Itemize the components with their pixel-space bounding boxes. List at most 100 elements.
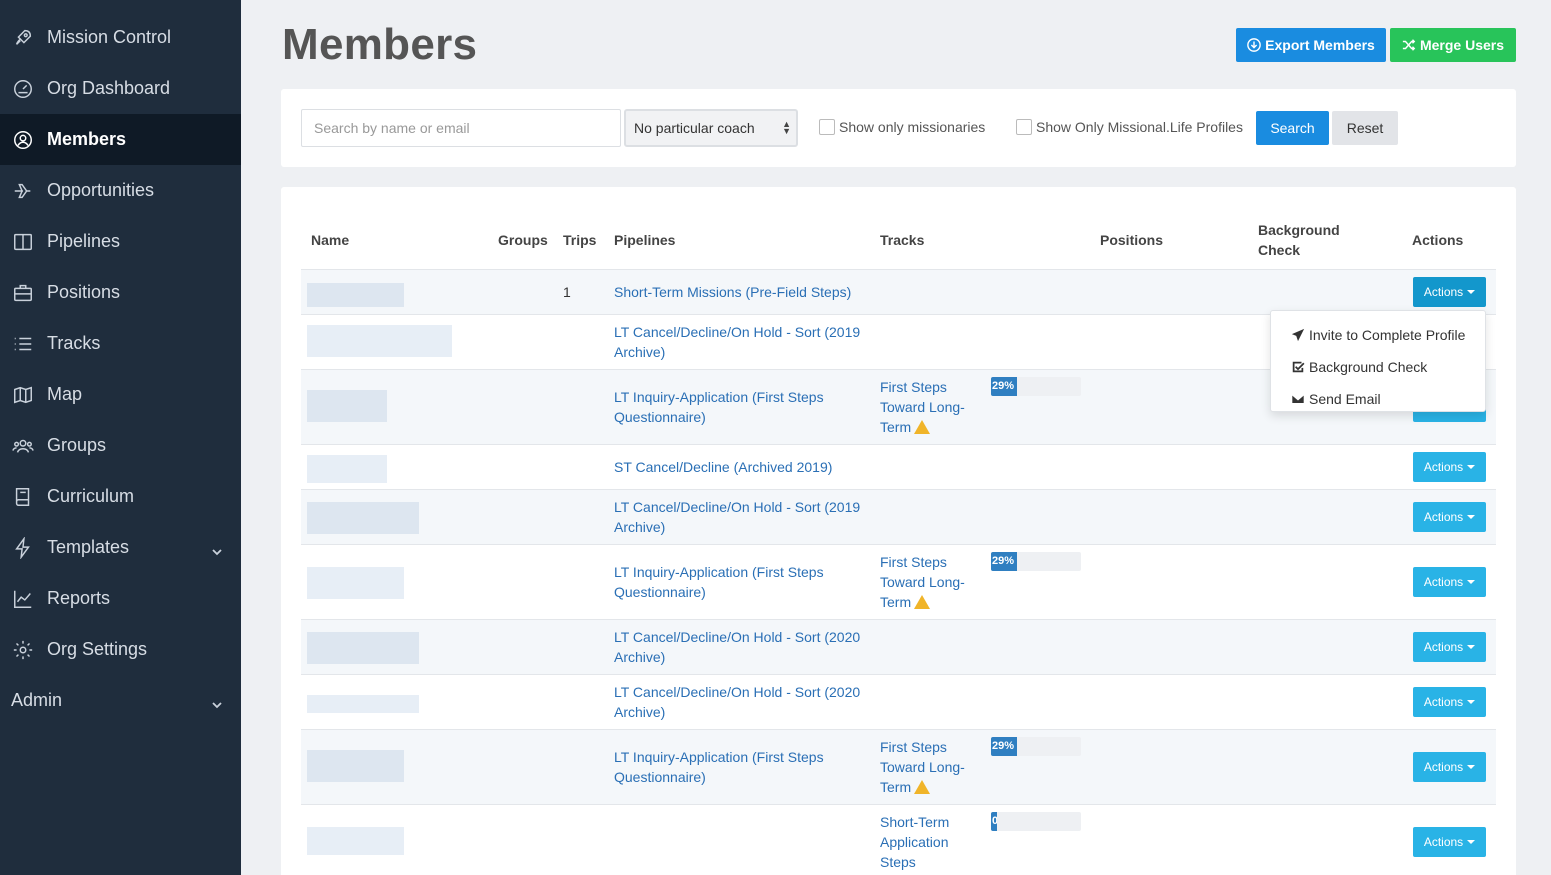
pipeline-line: Questionnaire) [614, 409, 706, 425]
member-name-redacted[interactable] [307, 455, 387, 483]
sidebar-item-label: Org Settings [47, 639, 148, 659]
actions-button[interactable]: Actions [1413, 277, 1486, 307]
shuffle-icon [1402, 39, 1416, 51]
sidebar-item-admin[interactable]: Admin [0, 675, 241, 726]
sidebar-item-templates[interactable]: Templates [0, 522, 241, 573]
member-name-redacted[interactable] [307, 827, 404, 855]
sidebar-item-org-settings[interactable]: Org Settings [0, 624, 241, 675]
caret-down-icon [1467, 645, 1476, 649]
column-header-trips[interactable]: Trips [563, 230, 596, 250]
sidebar-item-map[interactable]: Map [0, 369, 241, 420]
table-row: LT Cancel/Decline/On Hold - Sort (2019 A… [301, 489, 1496, 544]
columns-icon [11, 230, 35, 254]
pipeline-link[interactable]: LT Cancel/Decline/On Hold - Sort (2020 A… [614, 627, 860, 667]
gauge-icon [11, 77, 35, 101]
track-progress: 29% [991, 377, 1081, 396]
actions-label: Actions [1423, 835, 1464, 849]
track-line: Term [880, 594, 912, 610]
sidebar-item-groups[interactable]: Groups [0, 420, 241, 471]
chevron-down-icon[interactable] [211, 542, 223, 555]
column-header-name[interactable]: Name [311, 230, 349, 250]
user-circle-icon [11, 128, 35, 152]
track-progress: 29% [991, 737, 1081, 756]
actions-button[interactable]: Actions [1413, 452, 1486, 482]
column-header-background-check[interactable]: Background Check [1258, 220, 1340, 260]
actions-label: Actions [1423, 760, 1464, 774]
member-name-redacted[interactable] [307, 390, 387, 422]
sidebar-item-curriculum[interactable]: Curriculum [0, 471, 241, 522]
track-line: Short-Term [880, 814, 950, 830]
actions-button[interactable]: Actions [1413, 687, 1486, 717]
track-link[interactable]: First Steps Toward Long- Term [880, 377, 965, 437]
pipeline-link[interactable]: Short-Term Missions (Pre-Field Steps) [614, 282, 851, 302]
actions-label: Actions [1423, 510, 1464, 524]
column-header-tracks[interactable]: Tracks [880, 230, 924, 250]
track-line: First Steps [880, 554, 947, 570]
column-header-positions[interactable]: Positions [1100, 230, 1163, 250]
sidebar-item-members[interactable]: Members [0, 114, 241, 165]
sidebar-item-label: Mission Control [47, 27, 172, 47]
track-line: Term [880, 419, 912, 435]
gear-icon [11, 638, 35, 662]
export-members-button[interactable]: Export Members [1236, 28, 1386, 62]
track-link[interactable]: First Steps Toward Long- Term [880, 737, 965, 797]
sidebar-item-pipelines[interactable]: Pipelines [0, 216, 241, 267]
plane-icon [11, 179, 35, 203]
sidebar-item-label: Positions [47, 282, 121, 302]
progress-fill: 29% [991, 377, 1018, 396]
menu-item-label: Invite to Complete Profile [1309, 327, 1466, 343]
reset-button[interactable]: Reset [1332, 111, 1398, 145]
checkbox-box[interactable] [819, 119, 835, 135]
member-name-redacted[interactable] [307, 283, 404, 307]
checkbox-box[interactable] [1016, 119, 1032, 135]
coach-select[interactable]: No particular coach ▲ ▼ [624, 109, 798, 147]
member-name-redacted[interactable] [307, 325, 452, 357]
menu-item-send-email[interactable]: Send Email [1271, 383, 1485, 415]
menu-item-invite-profile[interactable]: Invite to Complete Profile [1271, 319, 1485, 351]
member-name-redacted[interactable] [307, 632, 419, 664]
sidebar-item-label: Org Dashboard [47, 78, 171, 98]
sidebar-item-opportunities[interactable]: Opportunities [0, 165, 241, 216]
filter-panel: No particular coach ▲▼ Show only mission… [281, 89, 1516, 167]
actions-button[interactable]: Actions [1413, 827, 1486, 857]
actions-button[interactable]: Actions [1413, 502, 1486, 532]
pipeline-link[interactable]: LT Cancel/Decline/On Hold - Sort (2019 A… [614, 322, 860, 362]
missionaries-checkbox[interactable]: Show only missionaries [819, 119, 985, 135]
search-input[interactable] [301, 109, 621, 147]
member-name-redacted[interactable] [307, 567, 404, 599]
column-header-groups[interactable]: Groups [498, 230, 548, 250]
merge-users-button[interactable]: Merge Users [1390, 28, 1516, 62]
member-name-redacted[interactable] [307, 695, 419, 713]
pipeline-link[interactable]: ST Cancel/Decline (Archived 2019) [614, 457, 832, 477]
track-line: Application [880, 834, 949, 850]
warning-icon [914, 780, 931, 794]
member-name-redacted[interactable] [307, 502, 419, 534]
sidebar-item-mission-control[interactable]: Mission Control [0, 12, 241, 63]
actions-button[interactable]: Actions [1413, 567, 1486, 597]
actions-button[interactable]: Actions [1413, 752, 1486, 782]
pipeline-line: LT Inquiry-Application (First Steps [614, 389, 824, 405]
track-link[interactable]: Short-Term Application Steps [880, 812, 949, 872]
sidebar-item-tracks[interactable]: Tracks [0, 318, 241, 369]
sidebar-item-positions[interactable]: Positions [0, 267, 241, 318]
pipeline-link[interactable]: LT Cancel/Decline/On Hold - Sort (2019 A… [614, 497, 860, 537]
sidebar-item-org-dashboard[interactable]: Org Dashboard [0, 63, 241, 114]
chevron-down-icon[interactable] [211, 695, 223, 708]
pipeline-link[interactable]: LT Inquiry-Application (First Steps Ques… [614, 562, 824, 602]
track-link[interactable]: First Steps Toward Long- Term [880, 552, 965, 612]
caret-down-icon [1467, 515, 1476, 519]
pipeline-link[interactable]: LT Cancel/Decline/On Hold - Sort (2020 A… [614, 682, 860, 722]
search-button[interactable]: Search [1256, 111, 1329, 145]
sidebar-item-reports[interactable]: Reports [0, 573, 241, 624]
warning-icon [914, 595, 931, 609]
actions-button[interactable]: Actions [1413, 632, 1486, 662]
column-header-pipelines[interactable]: Pipelines [614, 230, 675, 250]
pipeline-link[interactable]: LT Inquiry-Application (First Steps Ques… [614, 387, 824, 427]
pipeline-link[interactable]: LT Inquiry-Application (First Steps Ques… [614, 747, 824, 787]
menu-item-background-check[interactable]: Background Check [1271, 351, 1485, 383]
table-row: LT Inquiry-Application (First Steps Ques… [301, 544, 1496, 619]
missional-profiles-checkbox[interactable]: Show Only Missional.Life Profiles [1016, 119, 1243, 135]
caret-down-icon [1467, 700, 1476, 704]
member-name-redacted[interactable] [307, 750, 404, 782]
page-title: Members [282, 20, 478, 69]
